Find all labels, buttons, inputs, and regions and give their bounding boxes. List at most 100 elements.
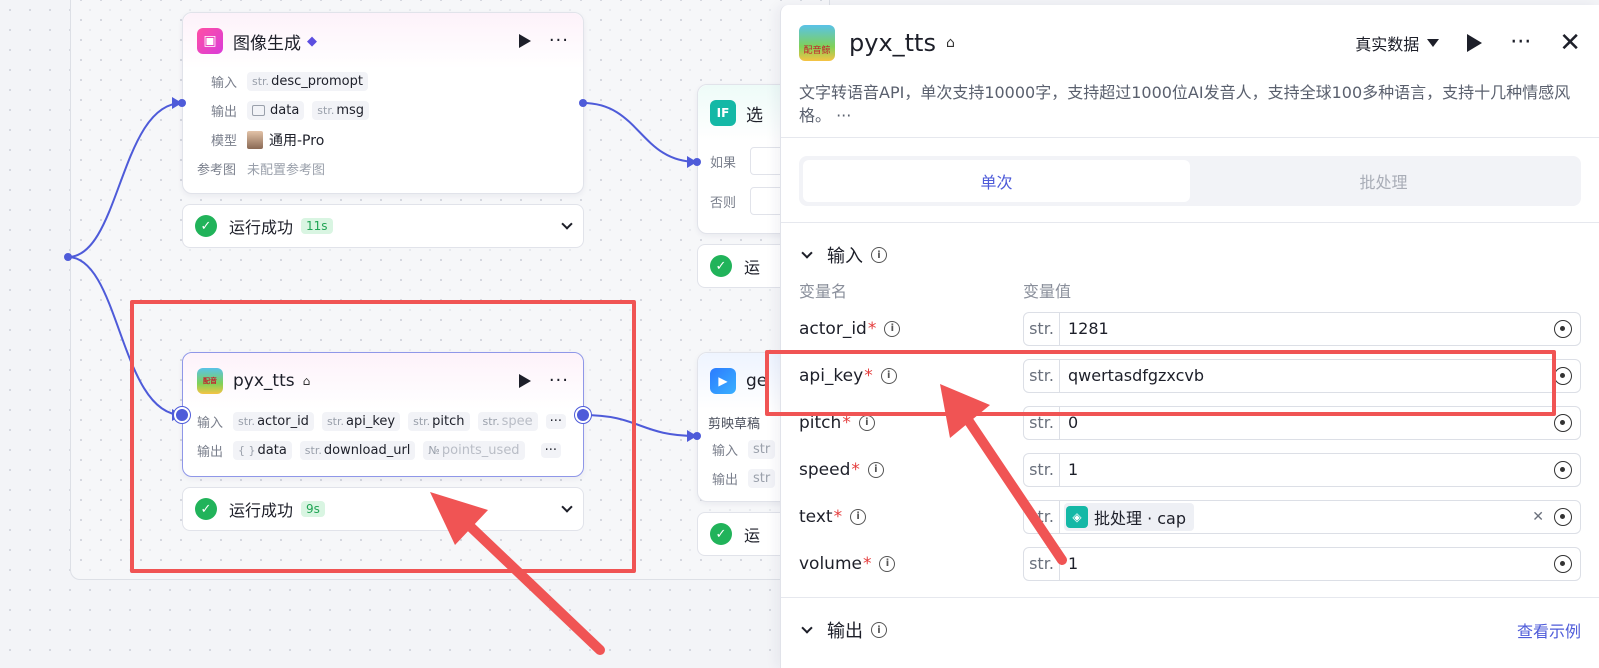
required-mark: * bbox=[862, 553, 872, 574]
var-name: volume bbox=[799, 553, 862, 574]
info-icon[interactable]: i bbox=[871, 622, 887, 638]
col-header-value: 变量值 bbox=[1023, 282, 1072, 301]
output-label: 输出 bbox=[712, 473, 739, 488]
else-label: 否则 bbox=[710, 195, 737, 211]
clear-icon[interactable]: ✕ bbox=[1532, 509, 1544, 525]
output-section-header[interactable]: 输出 i 查看示例 bbox=[781, 610, 1599, 650]
node-config-panel: 配音鲸 pyx_tts ⌂ 真实数据 ··· ✕ 文字转语音API，单次支持10… bbox=[780, 5, 1599, 668]
reference-target-icon[interactable] bbox=[1554, 554, 1572, 573]
if-label: 如果 bbox=[710, 155, 737, 171]
image-gen-icon: ▣ bbox=[197, 28, 223, 54]
speed-field[interactable]: str. 1 bbox=[1023, 452, 1581, 487]
panel-description: 文字转语音API，单次支持10000字，支持超过1000位AI发音人，支持全球1… bbox=[799, 83, 1571, 125]
success-check-icon: ✓ bbox=[710, 523, 732, 545]
view-example-link[interactable]: 查看示例 bbox=[1517, 618, 1581, 642]
info-icon[interactable]: i bbox=[879, 555, 896, 572]
model-avatar bbox=[247, 130, 263, 149]
image-input-port[interactable] bbox=[178, 99, 186, 107]
info-icon[interactable]: i bbox=[867, 461, 884, 478]
mode-tabs: 单次 批处理 bbox=[799, 156, 1581, 206]
model-label: 模型 bbox=[211, 134, 238, 149]
success-check-icon: ✓ bbox=[195, 215, 217, 237]
more-button[interactable]: ··· bbox=[549, 32, 569, 50]
ge-input-port[interactable] bbox=[693, 432, 701, 440]
reference-chip[interactable]: ◈ 批处理 · cap bbox=[1064, 502, 1195, 531]
tab-single[interactable]: 单次 bbox=[803, 160, 1190, 202]
more-button[interactable]: ··· bbox=[1510, 32, 1531, 54]
chevron-down-icon bbox=[801, 247, 813, 259]
input-label: 输入 bbox=[712, 444, 739, 459]
type-selector[interactable]: str. bbox=[1024, 500, 1060, 533]
annotation-box-api-key bbox=[765, 350, 1556, 416]
model-value: 通用-Pro bbox=[269, 132, 325, 149]
input-var-chip: str. desc_promopt bbox=[247, 72, 368, 91]
var-name: text bbox=[799, 506, 833, 527]
field-value[interactable]: 1 bbox=[1060, 554, 1554, 573]
info-icon[interactable]: i bbox=[850, 508, 867, 525]
node-subtitle: 剪映草稿 bbox=[708, 416, 761, 432]
input-row-volume: volume * i str. 1 bbox=[781, 540, 1599, 587]
chevron-down-icon[interactable] bbox=[561, 218, 573, 230]
pyx-logo-icon: 配音鲸 bbox=[799, 25, 835, 61]
info-icon[interactable]: i bbox=[858, 414, 875, 431]
if-icon: IF bbox=[710, 100, 736, 126]
panel-title: pyx_tts bbox=[849, 29, 936, 57]
ref-value: 未配置参考图 bbox=[247, 163, 326, 178]
text-field[interactable]: str. ◈ 批处理 · cap ✕ bbox=[1023, 499, 1581, 534]
reference-target-icon[interactable] bbox=[1554, 366, 1572, 385]
data-mode-label: 真实数据 bbox=[1355, 35, 1420, 54]
image-output-port[interactable] bbox=[579, 99, 587, 107]
required-mark: * bbox=[833, 506, 843, 527]
volume-field[interactable]: str. 1 bbox=[1023, 546, 1581, 581]
actor-id-field[interactable]: str. 1281 bbox=[1023, 311, 1581, 346]
layers-icon: ◈ bbox=[1066, 505, 1088, 528]
reference-target-icon[interactable] bbox=[1554, 460, 1572, 479]
input-row-speed: speed * i str. 1 bbox=[781, 446, 1599, 493]
diamond-icon: ◆ bbox=[307, 33, 317, 49]
annotation-box-node bbox=[130, 300, 636, 573]
root-port[interactable] bbox=[64, 253, 72, 261]
input-label: 输入 bbox=[211, 76, 238, 91]
ge-play-icon: ▶ bbox=[710, 368, 736, 394]
run-button[interactable] bbox=[1467, 34, 1483, 52]
plugin-icon: ⌂ bbox=[945, 35, 955, 51]
reference-label: 批处理 · cap bbox=[1094, 508, 1187, 528]
ref-label: 参考图 bbox=[197, 163, 237, 178]
success-check-icon: ✓ bbox=[710, 255, 732, 277]
output-label: 输出 bbox=[211, 105, 238, 120]
field-value[interactable]: 1281 bbox=[1060, 319, 1554, 338]
image-icon bbox=[252, 105, 265, 116]
section-title: 输出 bbox=[827, 621, 863, 642]
tab-batch[interactable]: 批处理 bbox=[1190, 160, 1577, 202]
section-title: 输入 bbox=[827, 246, 863, 267]
input-section-header[interactable]: 输入 i bbox=[781, 235, 1599, 275]
input-row-actor_id: actor_id * i str. 1281 bbox=[781, 305, 1599, 352]
type-selector[interactable]: str. bbox=[1024, 312, 1060, 345]
chevron-down-icon bbox=[801, 622, 813, 634]
output-var-chip: str bbox=[748, 469, 776, 488]
input-var-chip: str bbox=[748, 440, 776, 459]
output-var-chip: str. msg bbox=[312, 101, 370, 120]
duration-badge: 11s bbox=[301, 218, 333, 234]
field-value[interactable]: 1 bbox=[1060, 460, 1554, 479]
reference-target-icon[interactable] bbox=[1554, 507, 1572, 526]
type-selector[interactable]: str. bbox=[1024, 547, 1060, 580]
reference-target-icon[interactable] bbox=[1554, 413, 1572, 432]
info-icon[interactable]: i bbox=[884, 320, 901, 337]
image-run-status[interactable]: ✓ 运行成功 11s bbox=[182, 204, 584, 248]
caret-down-icon bbox=[1427, 39, 1440, 47]
var-name: speed bbox=[799, 459, 851, 480]
if-input-port[interactable] bbox=[693, 158, 701, 166]
type-selector[interactable]: str. bbox=[1024, 453, 1060, 486]
run-node-button[interactable] bbox=[518, 34, 531, 48]
node-image-generation[interactable]: ▣ 图像生成 ◆ ··· 输入 str. desc_promopt 输出 data… bbox=[182, 12, 584, 194]
node-title: 选 bbox=[746, 105, 763, 126]
status-text: 运 bbox=[744, 526, 761, 545]
info-icon[interactable]: i bbox=[871, 247, 887, 263]
close-icon[interactable]: ✕ bbox=[1559, 30, 1581, 56]
required-mark: * bbox=[851, 459, 860, 480]
reference-target-icon[interactable] bbox=[1554, 319, 1572, 338]
var-name: actor_id bbox=[799, 318, 867, 339]
data-mode-select[interactable]: 真实数据 bbox=[1355, 31, 1440, 55]
input-row-text: text * i str. ◈ 批处理 · cap ✕ bbox=[781, 493, 1599, 540]
